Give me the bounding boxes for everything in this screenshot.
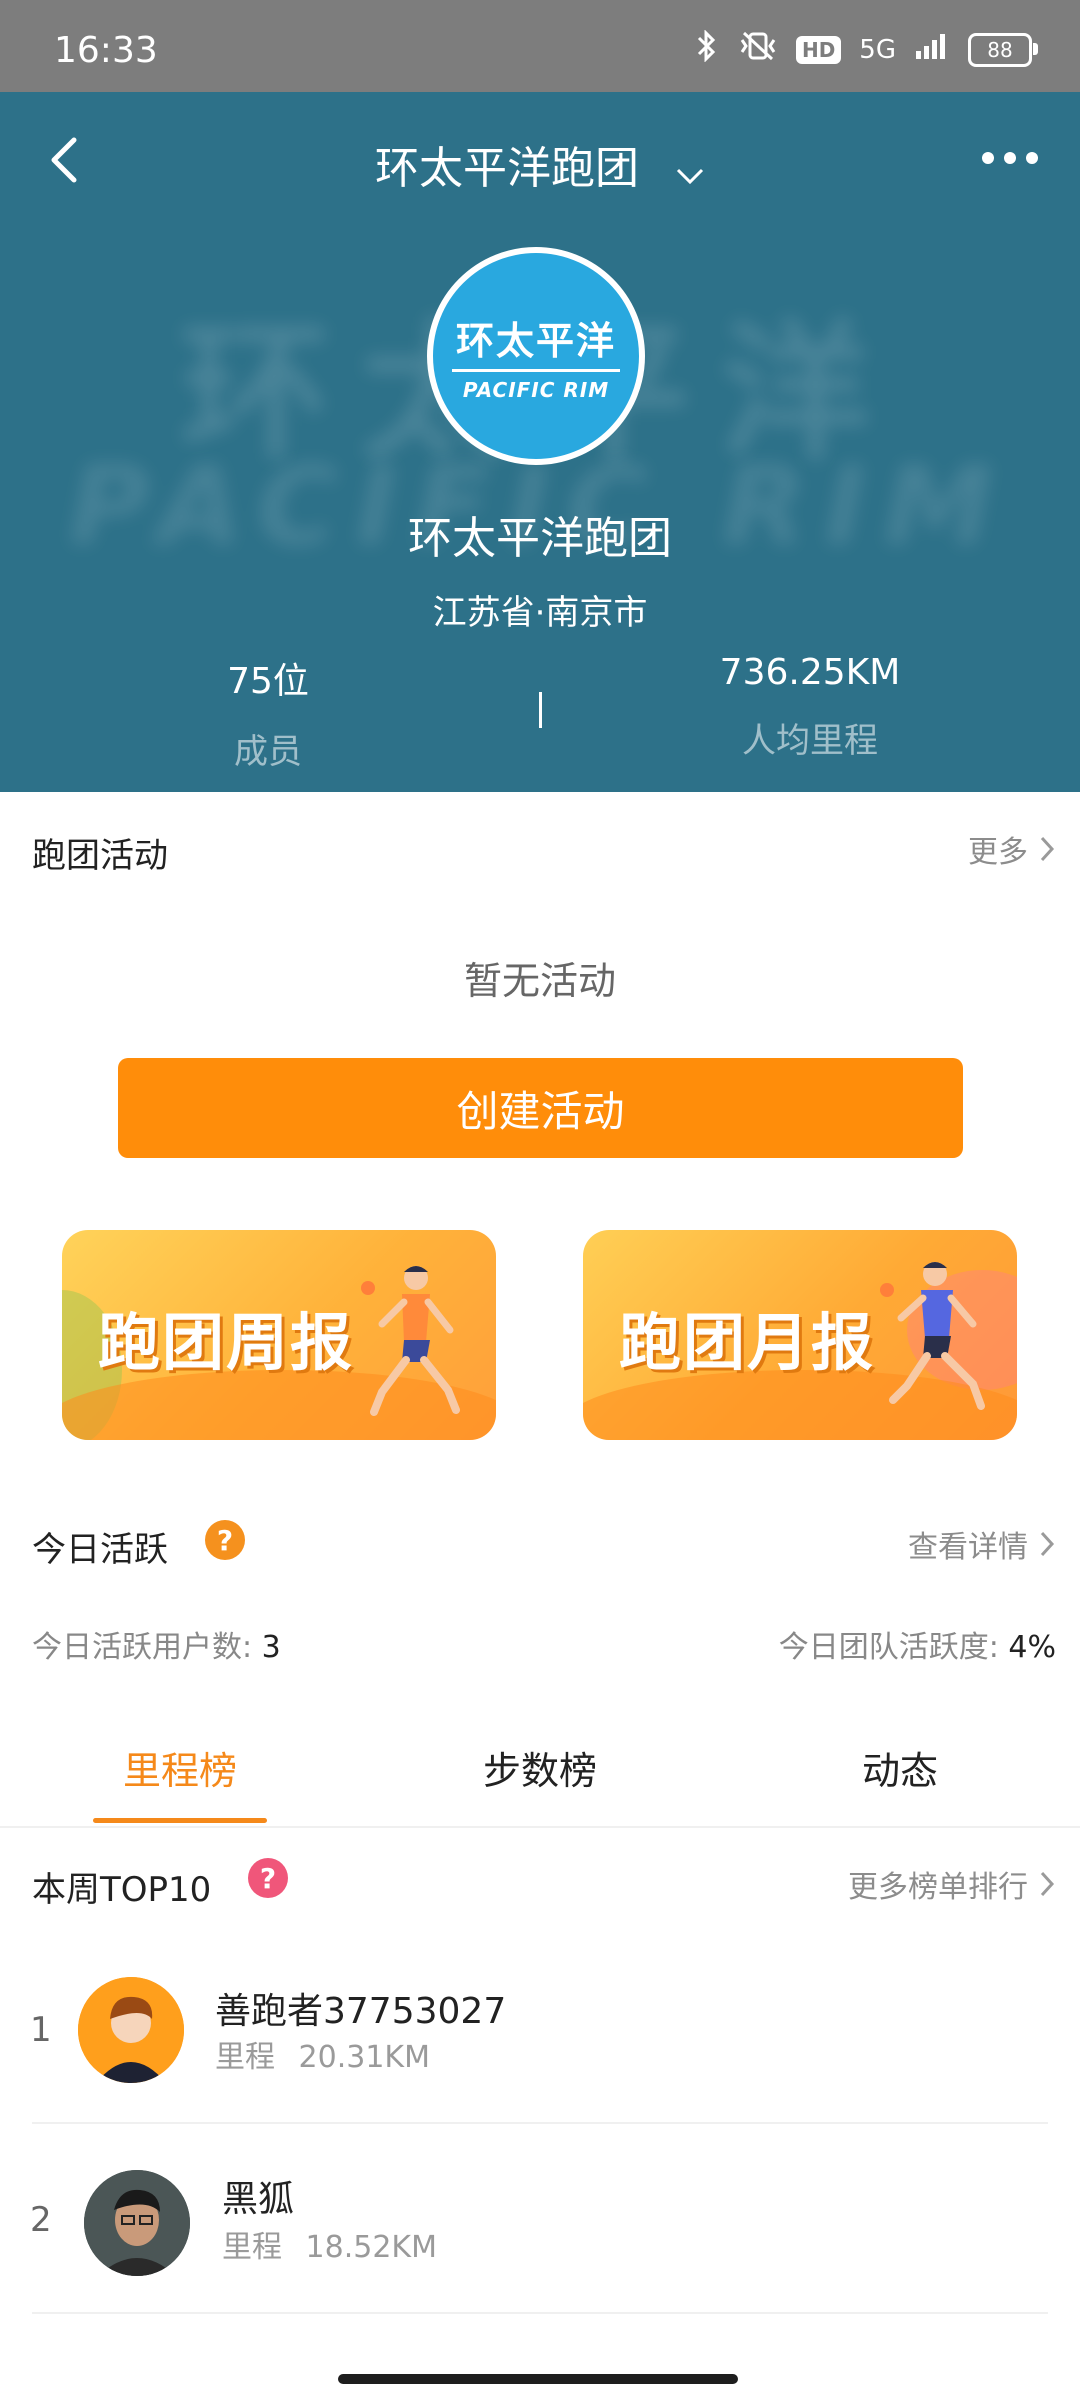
help-icon[interactable]: ?: [248, 1858, 288, 1898]
status-bar: 16:33 HD 5G 88: [0, 0, 1080, 92]
hd-badge: HD: [795, 35, 842, 64]
members-label: 成员: [234, 732, 302, 772]
more-rankings-label: 更多榜单排行: [848, 1870, 1028, 1905]
distance-label: 里程: [215, 2040, 275, 2075]
bluetooth-icon: [694, 29, 720, 69]
home-indicator[interactable]: [338, 2374, 738, 2384]
avg-distance-label: 人均里程: [742, 721, 878, 761]
active-tab-indicator: [93, 1818, 267, 1823]
stat-divider: [539, 692, 542, 728]
network-type: 5G: [859, 34, 896, 65]
today-active-detail-link[interactable]: 查看详情: [908, 1522, 1056, 1566]
rank-number: 1: [30, 2010, 52, 2050]
vibrate-off-icon: [738, 30, 778, 69]
avatar[interactable]: [84, 2170, 190, 2276]
more-options-button[interactable]: [980, 138, 1040, 178]
avg-distance-value: 736.25KM: [719, 652, 901, 693]
activities-more-link[interactable]: 更多: [968, 827, 1056, 871]
chevron-right-icon: [1040, 836, 1055, 862]
monthly-report-label: 跑团月报: [619, 1306, 876, 1379]
chevron-right-icon: [1040, 1871, 1055, 1897]
no-activities-text: 暂无活动: [463, 959, 616, 1003]
nav-title-text: 环太平洋跑团: [375, 143, 639, 194]
active-users-label: 今日活跃用户数:: [32, 1630, 253, 1665]
runner-distance: 里程 18.52KM: [222, 2222, 437, 2266]
leaderboard-title: 本周TOP10: [32, 1870, 212, 1910]
battery-icon: 88: [968, 32, 1038, 67]
tab-steps-ranking[interactable]: 步数榜: [410, 1740, 670, 1795]
weekly-report-label: 跑团周报: [98, 1306, 355, 1379]
status-icons: HD 5G 88: [694, 29, 1038, 69]
team-activity-value: 4%: [1008, 1630, 1056, 1665]
avatar[interactable]: [78, 1977, 184, 2083]
more-dots-icon: [982, 152, 1038, 164]
avg-distance-stat: 736.25KM 人均里程: [600, 652, 1020, 762]
leaderboard-row[interactable]: 1 善跑者37753027 里程 20.31KM: [0, 1932, 1080, 2122]
team-activity-label: 今日团队活跃度:: [778, 1630, 999, 1665]
weekly-report-banner[interactable]: 跑团周报: [62, 1230, 496, 1440]
tab-distance-ranking[interactable]: 里程榜: [50, 1740, 310, 1795]
logo-en-text: PACIFIC RIM: [462, 378, 610, 402]
create-activity-button[interactable]: 创建活动: [118, 1058, 963, 1158]
active-users: 今日活跃用户数: 3: [32, 1622, 281, 1666]
status-time: 16:33: [54, 30, 158, 71]
monthly-report-banner[interactable]: 跑团月报: [583, 1230, 1017, 1440]
divider: [0, 1826, 1080, 1828]
signal-icon: [914, 31, 950, 68]
club-name: 环太平洋跑团: [408, 513, 672, 564]
chevron-right-icon: [1040, 1531, 1055, 1557]
members-stat[interactable]: 75位 成员: [58, 652, 478, 773]
active-users-value: 3: [261, 1630, 281, 1665]
leaderboard-row[interactable]: 2 黑狐 里程 18.52KM: [0, 2124, 1080, 2314]
team-activity: 今日团队活跃度: 4%: [779, 1622, 1056, 1666]
distance-value: 18.52KM: [305, 2230, 437, 2265]
today-active-detail-label: 查看详情: [908, 1530, 1028, 1565]
activities-title: 跑团活动: [32, 836, 168, 876]
rank-number: 2: [30, 2200, 52, 2240]
help-icon[interactable]: ?: [205, 1520, 245, 1560]
divider: [32, 2312, 1048, 2314]
runner-icon: [361, 1266, 460, 1416]
more-rankings-link[interactable]: 更多榜单排行: [848, 1862, 1056, 1906]
runner-name: 黑狐: [222, 2179, 295, 2220]
club-header: 环太平洋 PACIFIC RIM 环太平洋跑团 环太平洋 PACIFIC RIM…: [0, 92, 1080, 792]
runner-distance: 里程 20.31KM: [215, 2032, 430, 2076]
distance-value: 20.31KM: [298, 2040, 430, 2075]
activities-more-label: 更多: [968, 835, 1028, 870]
tab-feed[interactable]: 动态: [770, 1740, 1030, 1795]
today-active-title: 今日活跃: [32, 1530, 168, 1570]
club-logo: 环太平洋 PACIFIC RIM: [427, 247, 645, 465]
battery-level: 88: [987, 37, 1013, 62]
distance-label: 里程: [222, 2230, 282, 2265]
nav-title[interactable]: 环太平洋跑团: [0, 132, 1080, 197]
chevron-down-icon: [675, 146, 705, 197]
runner-name: 善跑者37753027: [215, 1991, 507, 2032]
club-location: 江苏省·南京市: [432, 593, 648, 633]
members-value: 75位: [227, 661, 309, 702]
runner-icon: [880, 1262, 985, 1410]
logo-cn-text: 环太平洋: [451, 310, 620, 372]
